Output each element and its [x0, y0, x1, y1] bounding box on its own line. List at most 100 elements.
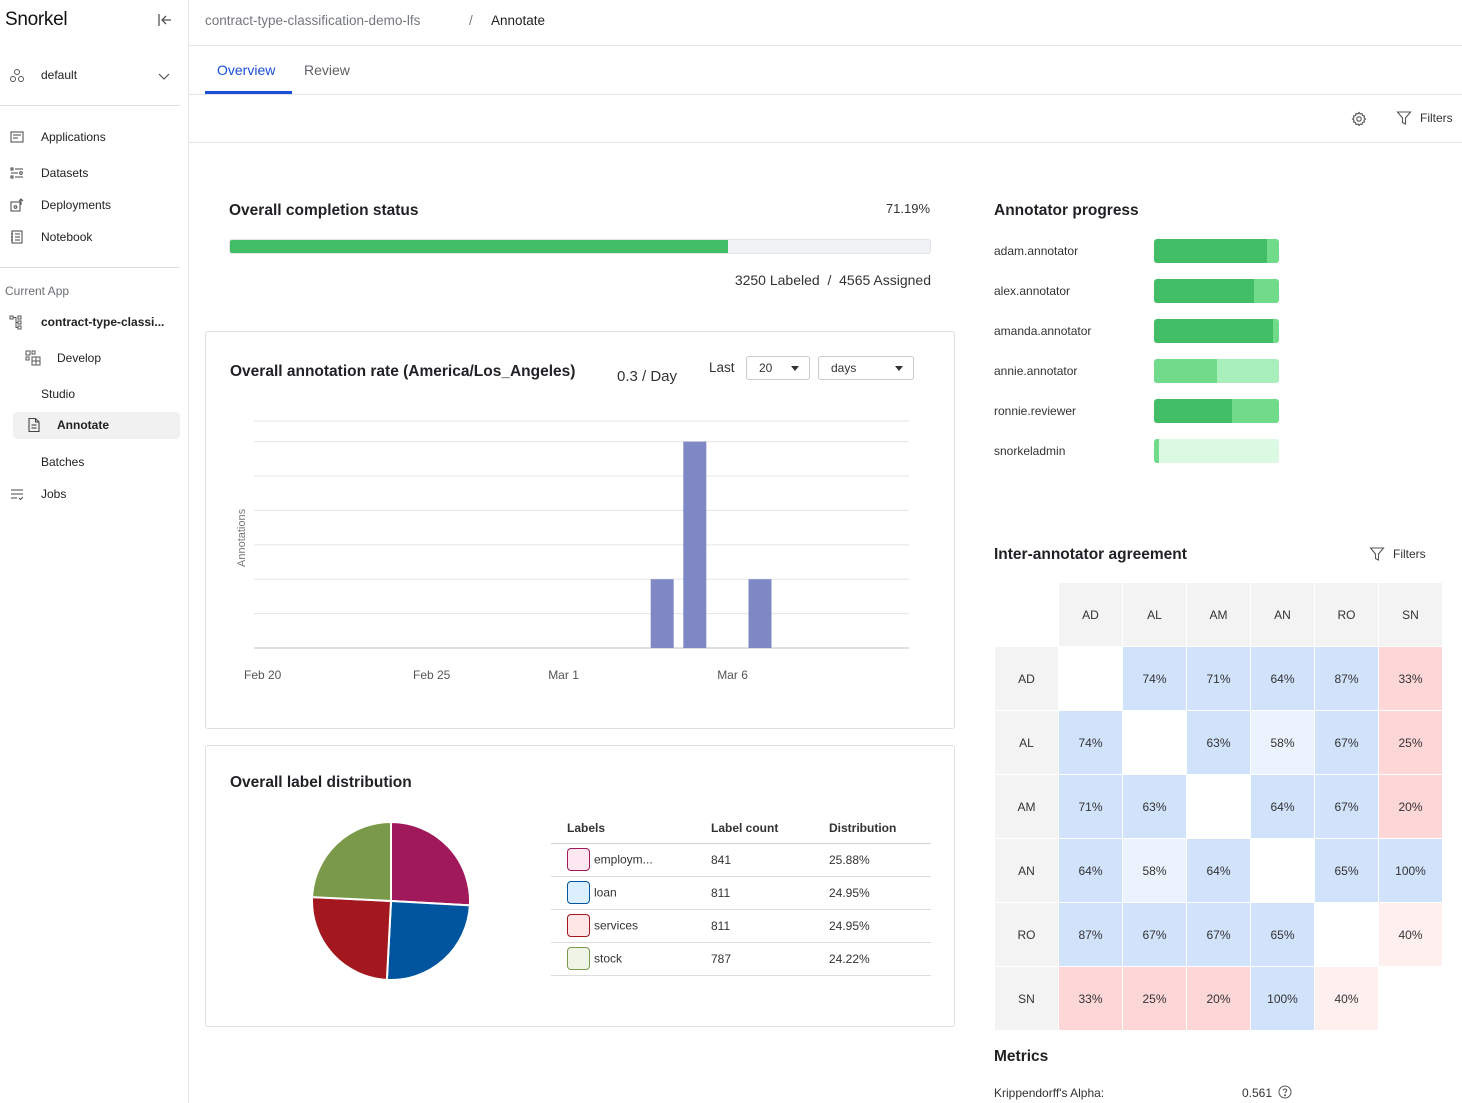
chevron-down-icon [158, 73, 170, 80]
sidebar-item-label: Notebook [41, 230, 93, 244]
label-cell: stock [551, 942, 695, 976]
sidebar-item-applications[interactable]: Applications [0, 124, 180, 150]
sidebar-item-label: Develop [57, 351, 102, 365]
column-header-labels: Labels [551, 813, 695, 844]
iaa-cell: 40% [1315, 967, 1378, 1030]
deployments-icon [10, 198, 24, 212]
sidebar-item-label: Deployments [41, 198, 112, 212]
pie-slice-services [311, 896, 393, 981]
annotator-row: snorkeladmin [994, 439, 1284, 465]
annotator-progress-bar [1154, 239, 1279, 263]
iaa-cell: 74% [1123, 647, 1186, 710]
sidebar-current-app[interactable]: contract-type-classi... [0, 309, 180, 335]
label-name: services [594, 918, 639, 933]
completion-title: Overall completion status [229, 202, 419, 219]
iaa-column-header: SN [1379, 583, 1442, 646]
workspace-name: default [41, 68, 78, 82]
column-header-count: Label count [694, 813, 813, 844]
sidebar-item-datasets[interactable]: Datasets [0, 160, 180, 186]
iaa-cell: 33% [1379, 647, 1442, 710]
snorkel-logo[interactable]: Snorkel [5, 9, 68, 31]
annotator-progress-bar [1154, 399, 1279, 423]
sidebar-item-develop[interactable]: Develop [0, 345, 180, 371]
label-count: 811 [694, 876, 813, 910]
tab-review[interactable]: Review [304, 62, 350, 78]
iaa-cell: 25% [1379, 711, 1442, 774]
sidebar-item-label: Batches [41, 455, 85, 469]
x-tick-label: Mar 1 [548, 668, 579, 682]
progress-segment [1154, 239, 1267, 263]
tab-bar: Overview Review [189, 46, 1462, 95]
x-tick-label: Mar 6 [717, 668, 748, 682]
label-distribution: 24.95% [813, 909, 931, 943]
metrics-title: Metrics [994, 1048, 1049, 1065]
iaa-cell: 71% [1187, 647, 1250, 710]
label-distribution: 24.22% [813, 942, 931, 976]
sidebar-item-label: Applications [41, 130, 106, 144]
tab-overview[interactable]: Overview [217, 62, 275, 78]
iaa-filters-button[interactable]: Filters [1369, 546, 1426, 562]
iaa-corner [995, 583, 1058, 646]
sidebar-item-annotate[interactable]: Annotate [13, 412, 180, 439]
annotator-row: amanda.annotator [994, 319, 1284, 345]
sidebar-item-studio[interactable]: Studio [0, 381, 180, 407]
collapse-sidebar-icon[interactable] [156, 11, 174, 29]
annotator-row: ronnie.reviewer [994, 399, 1284, 425]
progress-segment [1154, 279, 1254, 303]
sidebar-item-label: Jobs [41, 487, 67, 501]
iaa-row-header: SN [995, 967, 1058, 1030]
progress-segment [1254, 279, 1279, 303]
filter-icon [1369, 547, 1385, 561]
gear-icon[interactable] [1351, 111, 1367, 127]
iaa-cell: 63% [1123, 775, 1186, 838]
filters-button[interactable]: Filters [1396, 110, 1453, 126]
completion-percent: 71.19% [885, 201, 930, 216]
iaa-cell: 40% [1379, 903, 1442, 966]
progress-segment [1272, 319, 1279, 343]
iaa-cell: 58% [1251, 711, 1314, 774]
breadcrumb-app[interactable]: contract-type-classification-demo-lfs [205, 13, 420, 28]
annotator-name: adam.annotator [994, 244, 1079, 258]
datasets-icon [10, 167, 23, 179]
label-distribution: 24.95% [813, 876, 931, 910]
annotator-progress-title: Annotator progress [994, 202, 1139, 219]
x-tick-label: Feb 25 [413, 668, 451, 682]
label-color-swatch [567, 947, 590, 970]
iaa-empty-cell [1379, 967, 1442, 1030]
iaa-title: Inter-annotator agreement [994, 546, 1187, 563]
label-count: 841 [694, 843, 813, 877]
current-app-name: contract-type-classi... [41, 315, 165, 329]
krippendorff-value: 0.561 [1242, 1086, 1273, 1100]
label-color-swatch [567, 914, 590, 937]
pie-slice-stock [311, 822, 392, 903]
sidebar-item-notebook[interactable]: Notebook [0, 224, 180, 250]
toolbar: Filters [189, 95, 1462, 143]
completion-counts: 3250 Labeled / 4565 Assigned [734, 272, 931, 288]
sidebar-item-deployments[interactable]: Deployments [0, 192, 180, 218]
iaa-cell: 67% [1123, 903, 1186, 966]
workspace-selector[interactable]: default [0, 60, 180, 92]
bar-mar-4 [650, 579, 674, 648]
iaa-column-header: RO [1315, 583, 1378, 646]
iaa-row-header: AD [995, 647, 1058, 710]
annotation-rate-chart: Feb 20 Feb 25 Mar 1 Mar 6 Annotations [236, 420, 909, 682]
iaa-cell: 67% [1315, 775, 1378, 838]
label-cell: employm... [551, 843, 695, 877]
label-count: 811 [694, 909, 813, 943]
iaa-cell: 100% [1251, 967, 1314, 1030]
breadcrumb-current: Annotate [491, 13, 546, 28]
iaa-row-header: RO [995, 903, 1058, 966]
completion-progress-bar [229, 239, 931, 254]
iaa-column-header: AN [1251, 583, 1314, 646]
help-icon[interactable] [1278, 1085, 1292, 1099]
sidebar-item-batches[interactable]: Batches [0, 449, 180, 475]
label-name: loan [594, 885, 617, 900]
label-name: stock [594, 951, 623, 966]
progress-segment [1154, 319, 1273, 343]
sidebar-item-jobs[interactable]: Jobs [0, 481, 180, 507]
pie-slice-loan [385, 899, 471, 981]
label-color-swatch [567, 848, 590, 871]
iaa-column-header: AL [1123, 583, 1186, 646]
pie-slice-employment [390, 822, 471, 907]
annotator-progress-bar [1154, 439, 1279, 463]
